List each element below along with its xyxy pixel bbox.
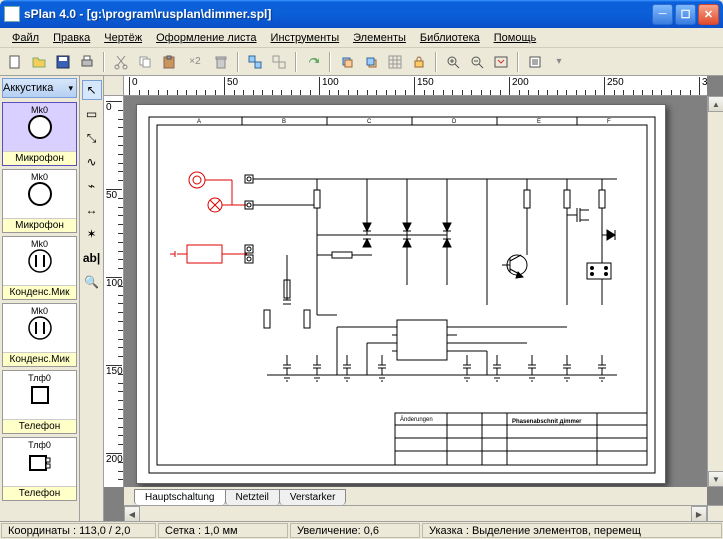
copy-button[interactable] (134, 51, 156, 73)
back-button[interactable] (360, 51, 382, 73)
app-icon (4, 6, 20, 22)
menu-edit[interactable]: Правка (47, 30, 96, 46)
arrows-tool[interactable]: ⤡ (82, 128, 102, 148)
svg-text:B: B (282, 119, 286, 125)
tool-strip: ↖ ▭ ⤡ ∿ ⌁ ↔ ✶ ab| 🔍 (80, 76, 104, 521)
maximize-button[interactable]: ☐ (675, 4, 696, 25)
component-caption: Микрофон (3, 151, 76, 165)
drawing-sheet[interactable]: A B C D E F (136, 104, 666, 484)
menu-library[interactable]: Библиотека (414, 30, 486, 46)
scroll-down-button[interactable]: ▼ (708, 471, 723, 487)
scroll-up-button[interactable]: ▲ (708, 96, 723, 112)
svg-text:E: E (537, 119, 541, 125)
menu-elements[interactable]: Элементы (347, 30, 412, 46)
front-button[interactable] (336, 51, 358, 73)
delete-button[interactable] (210, 51, 232, 73)
status-grid: Сетка : 1,0 мм (158, 523, 288, 538)
sheet-tab[interactable]: Hauptschaltung (134, 489, 226, 505)
ungroup-button[interactable] (268, 51, 290, 73)
main-area: Аккустика ▾ Mk0МикрофонMk0МикрофонMk0Кон… (0, 76, 723, 521)
menu-tools[interactable]: Инструменты (265, 30, 346, 46)
open-button[interactable] (28, 51, 50, 73)
window-title: sPlan 4.0 - [g:\program\rusplan\dimmer.s… (24, 7, 652, 21)
library-item[interactable]: Тлф0Телефон (2, 437, 77, 501)
component-caption: Конденс.Мик (3, 285, 76, 299)
svg-text:Änderungen: Änderungen (400, 416, 433, 423)
menubar: Файл Правка Чертёж Оформление листа Инст… (0, 28, 723, 48)
svg-text:Phasenabschnit дimmer: Phasenabschnit дimmer (512, 419, 582, 425)
status-hint: Указка : Выделение элементов, перемещ (422, 523, 722, 538)
sheet-tab[interactable]: Netzteil (225, 489, 280, 505)
pointer-tool[interactable]: ↖ (82, 80, 102, 100)
zoom-fit-button[interactable] (490, 51, 512, 73)
zoom-tool[interactable]: 🔍 (82, 272, 102, 292)
menu-help[interactable]: Помощь (488, 30, 543, 46)
rect-tool[interactable]: ▭ (82, 104, 102, 124)
library-item[interactable]: Mk0Конденс.Мик (2, 236, 77, 300)
text-tool[interactable]: ab| (82, 248, 102, 268)
component-caption: Микрофон (3, 218, 76, 232)
horizontal-ruler: 050100150200250300 (124, 76, 707, 96)
new-button[interactable] (4, 51, 26, 73)
redo-button[interactable] (302, 51, 324, 73)
component-caption: Конденс.Мик (3, 352, 76, 366)
close-button[interactable]: ✕ (698, 4, 719, 25)
menu-draw[interactable]: Чертёж (98, 30, 148, 46)
minimize-button[interactable]: ─ (652, 4, 673, 25)
align-button[interactable]: ▾ (548, 51, 570, 73)
toolbar: ×2 ▾ (0, 48, 723, 76)
ruler-corner (104, 76, 124, 96)
sheet-tab[interactable]: Verstarker (279, 489, 347, 505)
library-panel: Аккустика ▾ Mk0МикрофонMk0МикрофонMk0Кон… (0, 76, 80, 521)
statusbar: Коoрдинаты : 113,0 / 2,0 Сетка : 1,0 мм … (0, 521, 723, 539)
menu-sheet[interactable]: Оформление листа (150, 30, 262, 46)
vertical-ruler: 050100150200 (104, 96, 124, 487)
status-coords: Коoрдинаты : 113,0 / 2,0 (1, 523, 156, 538)
library-item[interactable]: Mk0Конденс.Мик (2, 303, 77, 367)
print-button[interactable] (76, 51, 98, 73)
library-items: Mk0МикрофонMk0МикрофонMk0Конденс.МикMk0К… (0, 100, 79, 521)
node-tool[interactable]: ✶ (82, 224, 102, 244)
status-zoom: Увеличение: 0,6 (290, 523, 420, 538)
save-button[interactable] (52, 51, 74, 73)
library-item[interactable]: Mk0Микрофон (2, 169, 77, 233)
svg-text:A: A (197, 119, 201, 125)
component-caption: Телефон (3, 486, 76, 500)
scroll-left-button[interactable]: ◀ (124, 506, 140, 522)
library-category-tab[interactable]: Аккустика ▾ (2, 78, 77, 98)
scroll-right-button[interactable]: ▶ (691, 506, 707, 522)
canvas[interactable]: A B C D E F (124, 96, 707, 487)
zoom-in-button[interactable] (442, 51, 464, 73)
lock-button[interactable] (408, 51, 430, 73)
paste-button[interactable] (158, 51, 180, 73)
options-button[interactable] (524, 51, 546, 73)
library-category-label: Аккустика (3, 82, 53, 94)
line-tool[interactable]: ∿ (82, 152, 102, 172)
scrollbar-corner (707, 505, 723, 521)
library-item[interactable]: Тлф0Телефон (2, 370, 77, 434)
snap-button[interactable] (384, 51, 406, 73)
poly-tool[interactable]: ⌁ (82, 176, 102, 196)
svg-text:D: D (452, 119, 457, 125)
svg-text:F: F (607, 119, 611, 125)
chevron-down-icon: ▾ (68, 83, 76, 94)
zoom-out-button[interactable] (466, 51, 488, 73)
sheet-tabs: HauptschaltungNetzteilVerstarker (124, 487, 707, 505)
titlebar: sPlan 4.0 - [g:\program\rusplan\dimmer.s… (0, 0, 723, 28)
library-item[interactable]: Mk0Микрофон (2, 102, 77, 166)
svg-text:C: C (367, 119, 372, 125)
dup-button[interactable]: ×2 (182, 51, 208, 73)
component-caption: Телефон (3, 419, 76, 433)
vertical-scrollbar[interactable]: ▲ ▼ (707, 96, 723, 487)
group-button[interactable] (244, 51, 266, 73)
cut-button[interactable] (110, 51, 132, 73)
horizontal-scrollbar[interactable]: ◀ ▶ (124, 505, 707, 521)
menu-file[interactable]: Файл (6, 30, 45, 46)
canvas-area: 050100150200250300 050100150200 A B C D E F (104, 76, 723, 521)
dim-tool[interactable]: ↔ (82, 200, 102, 220)
